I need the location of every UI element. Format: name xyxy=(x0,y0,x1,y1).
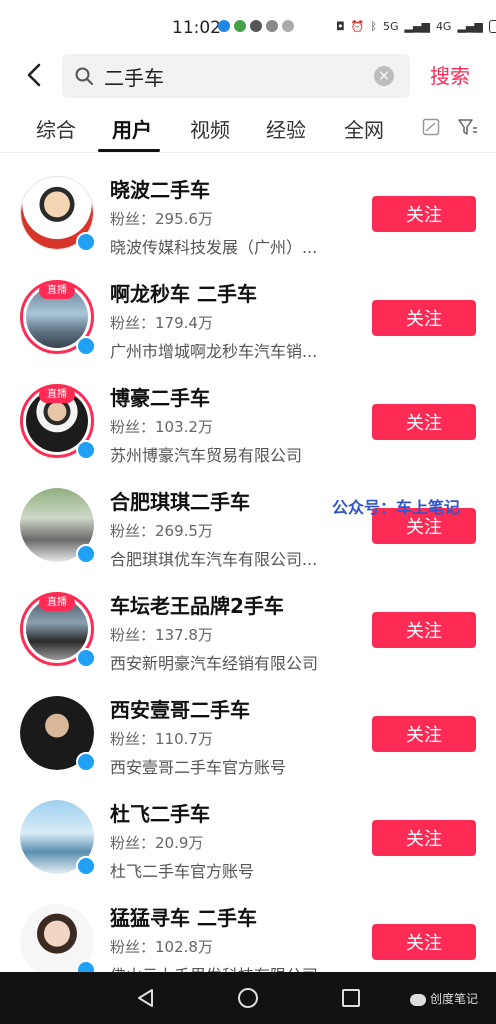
avatar[interactable] xyxy=(20,904,96,980)
verified-badge-icon xyxy=(76,648,96,668)
fans-count: 粉丝：295.6万 xyxy=(110,210,213,228)
fans-count: 粉丝：20.9万 xyxy=(110,834,204,852)
list-item[interactable]: 直播 车坛老王品牌2手车 粉丝：137.8万 西安新明豪汽车经销有限公司 关注 xyxy=(0,576,496,680)
user-description: 苏州博豪汽车贸易有限公司 xyxy=(110,446,303,465)
search-input[interactable] xyxy=(104,63,364,89)
verified-badge-icon xyxy=(76,856,96,876)
follow-button[interactable]: 关注 xyxy=(372,404,476,440)
live-badge: 直播 xyxy=(39,387,75,403)
user-name: 西安壹哥二手车 xyxy=(110,698,250,722)
brand-label: 创度笔记 xyxy=(430,992,479,1006)
system-icons: ◘ ⏰ ᛒ 5G ▂▄▆ 4G ▂▄▆ 55 xyxy=(336,20,496,33)
user-description: 广州市增城啊龙秒车汽车销... xyxy=(110,342,318,361)
avatar[interactable]: 直播 xyxy=(20,384,96,460)
user-description: 西安新明豪汽车经销有限公司 xyxy=(110,654,319,673)
avatar[interactable]: 直播 xyxy=(20,280,96,356)
user-name: 合肥琪琪二手车 xyxy=(110,490,250,514)
chat-icon xyxy=(266,20,278,32)
user-name: 杜飞二手车 xyxy=(110,802,210,826)
user-description: 西安壹哥二手车官方账号 xyxy=(110,758,287,777)
verified-badge-icon xyxy=(76,336,96,356)
fans-count: 粉丝：103.2万 xyxy=(110,418,213,436)
alarm-icon: ⏰ xyxy=(350,20,365,33)
network-label-2: 4G xyxy=(435,20,452,33)
avatar[interactable] xyxy=(20,696,96,772)
search-button[interactable]: 搜索 xyxy=(430,60,470,89)
avatar[interactable]: 直播 xyxy=(20,592,96,668)
follow-button[interactable]: 关注 xyxy=(372,820,476,856)
wechat-icon xyxy=(234,20,246,32)
battery-icon: 55 xyxy=(488,20,496,33)
live-badge: 直播 xyxy=(39,595,75,611)
verified-badge-icon xyxy=(76,440,96,460)
list-item[interactable]: 合肥琪琪二手车 粉丝：269.5万 合肥琪琪优车汽车有限公司... 关注 xyxy=(0,472,496,576)
notification-icons xyxy=(218,20,294,32)
tab-comprehensive[interactable]: 综合 xyxy=(36,114,76,143)
verified-badge-icon xyxy=(76,232,96,252)
status-bar: 11:02 ◘ ⏰ ᛒ 5G ▂▄▆ 4G ▂▄▆ 55 xyxy=(0,0,496,52)
watermark: 公众号：车上笔记 xyxy=(332,498,461,517)
user-description: 合肥琪琪优车汽车有限公司... xyxy=(110,550,318,569)
nav-recents-icon[interactable] xyxy=(342,989,360,1007)
brand-icon xyxy=(410,993,426,1006)
verified-badge-icon xyxy=(76,752,96,772)
list-item[interactable]: 晓波二手车 粉丝：295.6万 晓波传媒科技发展（广州）... 关注 xyxy=(0,160,496,264)
follow-button[interactable]: 关注 xyxy=(372,300,476,336)
verified-badge-icon xyxy=(76,544,96,564)
brand-watermark: 创度笔记 xyxy=(410,990,478,1007)
status-time: 11:02 xyxy=(172,18,221,38)
fans-count: 粉丝：110.7万 xyxy=(110,730,213,748)
avatar[interactable] xyxy=(20,800,96,876)
back-arrow-icon[interactable] xyxy=(22,62,48,88)
fans-count: 粉丝：102.8万 xyxy=(110,938,213,956)
app-notification-icon xyxy=(218,20,230,32)
tab-whole-web[interactable]: 全网 xyxy=(344,114,384,143)
user-name: 博豪二手车 xyxy=(110,386,210,410)
nav-home-icon[interactable] xyxy=(238,988,258,1008)
sync-icon xyxy=(282,20,294,32)
search-icon xyxy=(75,67,93,85)
list-item[interactable]: 杜飞二手车 粉丝：20.9万 杜飞二手车官方账号 关注 xyxy=(0,784,496,888)
system-nav-bar: 创度笔记 xyxy=(0,972,496,1024)
follow-button[interactable]: 关注 xyxy=(372,924,476,960)
avatar[interactable] xyxy=(20,176,96,252)
user-name: 车坛老王品牌2手车 xyxy=(110,594,284,618)
nav-back-icon[interactable] xyxy=(136,988,156,1008)
clear-icon[interactable]: × xyxy=(374,66,394,86)
follow-button[interactable]: 关注 xyxy=(372,196,476,232)
network-label: 5G xyxy=(383,20,399,33)
filter-icon[interactable] xyxy=(458,118,478,136)
list-item[interactable]: 直播 啊龙秒车 二手车 粉丝：179.4万 广州市增城啊龙秒车汽车销... 关注 xyxy=(0,264,496,368)
tab-videos[interactable]: 视频 xyxy=(190,114,230,143)
signal-icon: ▂▄▆ xyxy=(404,20,430,33)
fans-count: 粉丝：269.5万 xyxy=(110,522,213,540)
tab-experience[interactable]: 经验 xyxy=(266,114,306,143)
tab-users[interactable]: 用户 xyxy=(112,114,152,143)
list-item[interactable]: 直播 博豪二手车 粉丝：103.2万 苏州博豪汽车贸易有限公司 关注 xyxy=(0,368,496,472)
message-icon xyxy=(250,20,262,32)
layout-toggle-icon[interactable] xyxy=(422,118,440,136)
user-name: 猛猛寻车 二手车 xyxy=(110,906,257,930)
tab-divider xyxy=(0,152,496,153)
avatar[interactable] xyxy=(20,488,96,564)
user-name: 啊龙秒车 二手车 xyxy=(110,282,257,306)
fans-count: 粉丝：179.4万 xyxy=(110,314,213,332)
bluetooth-icon: ᛒ xyxy=(370,20,378,33)
follow-button[interactable]: 关注 xyxy=(372,716,476,752)
list-item[interactable]: 西安壹哥二手车 粉丝：110.7万 西安壹哥二手车官方账号 关注 xyxy=(0,680,496,784)
signal-icon-2: ▂▄▆ xyxy=(457,20,483,33)
user-name: 晓波二手车 xyxy=(110,178,210,202)
user-description: 晓波传媒科技发展（广州）... xyxy=(110,238,318,257)
live-badge: 直播 xyxy=(39,283,75,299)
fans-count: 粉丝：137.8万 xyxy=(110,626,213,644)
nfc-icon: ◘ xyxy=(336,20,345,33)
follow-button[interactable]: 关注 xyxy=(372,612,476,648)
user-description: 杜飞二手车官方账号 xyxy=(110,862,255,881)
search-box[interactable]: × xyxy=(62,54,410,98)
